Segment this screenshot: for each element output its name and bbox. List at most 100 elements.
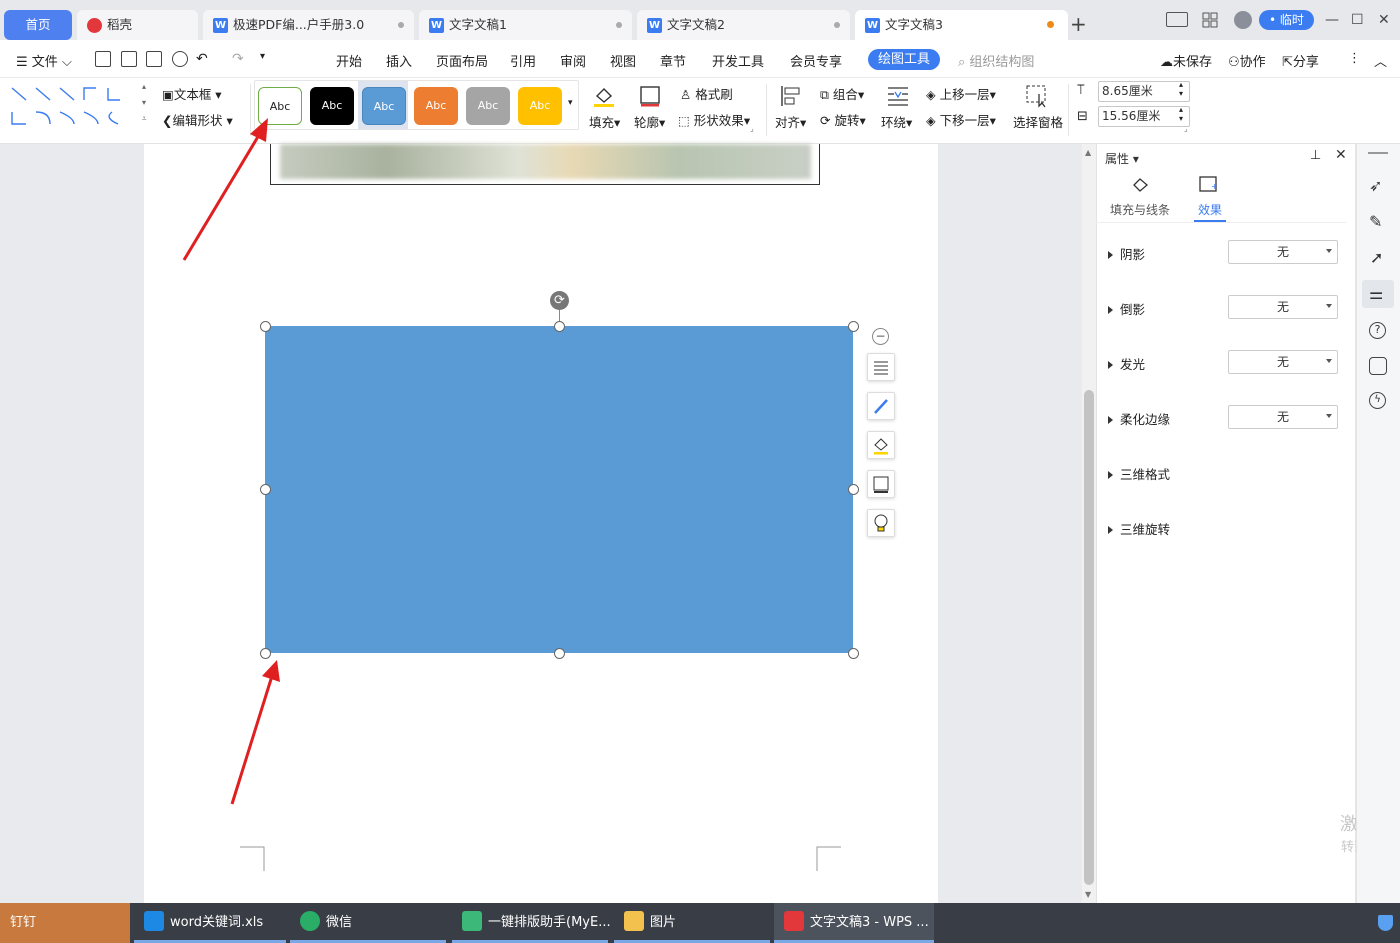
maximize-button[interactable]: ☐ [1351, 12, 1364, 28]
taskbar-wechat[interactable]: 微信 [290, 903, 446, 943]
collapse-ribbon-icon[interactable]: ︿ [1374, 51, 1387, 70]
shape-style-gray[interactable]: Abc [466, 87, 510, 125]
shadow-dropdown[interactable]: 无 [1228, 240, 1338, 264]
effect-shadow-row[interactable]: 阴影 [1108, 244, 1145, 263]
height-stepper-icon[interactable]: ▴ ▾ [1179, 80, 1183, 98]
effect-glow-row[interactable]: 发光 [1108, 354, 1145, 373]
resize-handle-right[interactable] [848, 484, 859, 495]
gallery-scroll-up-icon[interactable]: ▴ [142, 82, 146, 91]
scrollbar-thumb[interactable] [1084, 390, 1094, 885]
print-preview-icon[interactable] [172, 51, 188, 67]
print-icon[interactable] [146, 51, 162, 67]
taskbar-word-keywords[interactable]: word关键词.xls [134, 903, 286, 943]
pen-icon[interactable]: ✎ [1369, 212, 1382, 231]
width-input[interactable]: 15.56厘米 [1098, 106, 1190, 127]
wrap-button[interactable]: 环绕▾ [881, 112, 912, 131]
soft-edges-dropdown[interactable]: 无 [1228, 405, 1338, 429]
add-tab-button[interactable]: + [1070, 12, 1087, 36]
selected-rectangle-shape[interactable] [265, 326, 853, 653]
effect-reflection-row[interactable]: 倒影 [1108, 299, 1145, 318]
layout-options-button[interactable] [867, 353, 895, 381]
resize-handle-top-left[interactable] [260, 321, 271, 332]
share-button[interactable]: ⇱分享 [1282, 51, 1319, 70]
menu-review[interactable]: 审阅 [560, 51, 586, 70]
tab-close-icon[interactable] [398, 22, 404, 28]
shape-style-yellow[interactable]: Abc [518, 87, 562, 125]
selection-pane-button[interactable]: 选择窗格 [1013, 112, 1063, 131]
search-box[interactable]: ⌕ 组织结构图 [958, 51, 1034, 70]
menu-drawing-tools[interactable]: 绘图工具 [868, 49, 940, 70]
tab-pdf-manual[interactable]: W 极速PDF编...户手册3.0 [203, 10, 414, 40]
shape-fill-button[interactable] [867, 431, 895, 459]
help-icon[interactable]: ? [1369, 322, 1386, 339]
effect-3d-format-row[interactable]: 三维格式 [1108, 464, 1170, 483]
menu-insert[interactable]: 插入 [386, 51, 412, 70]
more-icon[interactable]: ⋮ [1348, 51, 1361, 66]
tab-close-icon[interactable] [616, 22, 622, 28]
send-backward-button[interactable]: ◈ 下移一层▾ [926, 110, 996, 129]
style-gallery-more-icon[interactable]: ▾ [568, 98, 573, 108]
file-menu[interactable]: ☰ 文件 ⌵ [16, 51, 72, 70]
shape-style-blue[interactable]: Abc [362, 87, 406, 125]
window-layout-icon[interactable] [1166, 12, 1188, 27]
align-button[interactable]: 对齐▾ [775, 112, 806, 131]
height-input[interactable]: 8.65厘米 [1098, 81, 1190, 102]
menu-view[interactable]: 视图 [610, 51, 636, 70]
smart-suggest-button[interactable] [867, 509, 895, 537]
format-painter-button[interactable]: ♙ 格式刷 [680, 84, 733, 103]
tab-daoke[interactable]: 稻壳 [77, 10, 198, 40]
tab-close-icon[interactable] [834, 22, 840, 28]
close-button[interactable]: ✕ [1378, 12, 1390, 28]
tab-doc3-active[interactable]: W 文字文稿3 [855, 10, 1068, 40]
resize-handle-bottom-right[interactable] [848, 648, 859, 659]
collapse-toolbar-icon[interactable]: − [872, 328, 889, 345]
rotate-button[interactable]: ⟳ 旋转▾ [820, 110, 866, 129]
inline-photo[interactable] [280, 144, 811, 179]
glow-dropdown[interactable]: 无 [1228, 350, 1338, 374]
unsaved-button[interactable]: ☁未保存 [1160, 51, 1212, 70]
shape-style-button[interactable] [867, 392, 895, 420]
security-shield-icon[interactable] [1378, 915, 1393, 931]
menu-section[interactable]: 章节 [660, 51, 686, 70]
scroll-down-icon[interactable]: ▼ [1085, 890, 1091, 899]
width-stepper-icon[interactable]: ▴ ▾ [1179, 105, 1183, 123]
bring-forward-button[interactable]: ◈ 上移一层▾ [926, 84, 996, 103]
taskbar-pictures[interactable]: 图片 [614, 903, 770, 943]
shape-style-black[interactable]: Abc [310, 87, 354, 125]
gallery-scroll-down-icon[interactable]: ▾ [142, 98, 146, 107]
redo-icon[interactable]: ↷ [232, 51, 244, 67]
collab-button[interactable]: ⚇协作 [1228, 51, 1266, 70]
scroll-up-icon[interactable]: ▲ [1085, 148, 1091, 157]
dialog-launcher-icon[interactable]: ⌟ [750, 124, 754, 133]
menu-references[interactable]: 引用 [510, 51, 536, 70]
effect-3d-rotation-row[interactable]: 三维旋转 [1108, 519, 1170, 538]
line-shapes-gallery[interactable] [8, 82, 148, 132]
template-icon[interactable] [1369, 357, 1387, 375]
rocket-icon[interactable]: ➶ [1369, 176, 1382, 195]
avatar[interactable] [1234, 11, 1252, 29]
menu-member[interactable]: 会员专享 [790, 51, 842, 70]
apps-grid-icon[interactable] [1202, 12, 1218, 28]
taskbar-dingtalk[interactable]: 钉钉 [0, 903, 130, 943]
cursor-select-icon[interactable]: ➚ [1370, 248, 1383, 267]
rotate-handle-icon[interactable]: ⟳ [550, 291, 569, 310]
resize-handle-top-right[interactable] [848, 321, 859, 332]
minimize-button[interactable]: — [1325, 12, 1339, 28]
panel-title[interactable]: 属性 ▾ [1105, 150, 1139, 167]
undo-icon[interactable]: ↶ [196, 51, 208, 67]
menu-page-layout[interactable]: 页面布局 [436, 51, 488, 70]
save-icon[interactable] [95, 51, 111, 67]
outline-button[interactable]: 轮廓▾ [634, 112, 665, 131]
reflection-dropdown[interactable]: 无 [1228, 295, 1338, 319]
tab-home[interactable]: 首页 [4, 10, 72, 40]
pin-icon[interactable]: ⊥ [1310, 148, 1321, 163]
menu-start[interactable]: 开始 [336, 51, 362, 70]
fill-button[interactable]: 填充▾ [589, 112, 620, 131]
resize-handle-left[interactable] [260, 484, 271, 495]
temp-user-badge[interactable]: • 临时 [1259, 10, 1314, 30]
properties-sliders-icon[interactable]: ⚌ [1369, 284, 1383, 303]
effect-soft-edges-row[interactable]: 柔化边缘 [1108, 409, 1170, 428]
close-panel-icon[interactable]: ✕ [1335, 147, 1347, 163]
menu-developer[interactable]: 开发工具 [712, 51, 764, 70]
taskbar-layout-assistant[interactable]: 一键排版助手(MyE... [452, 903, 611, 943]
